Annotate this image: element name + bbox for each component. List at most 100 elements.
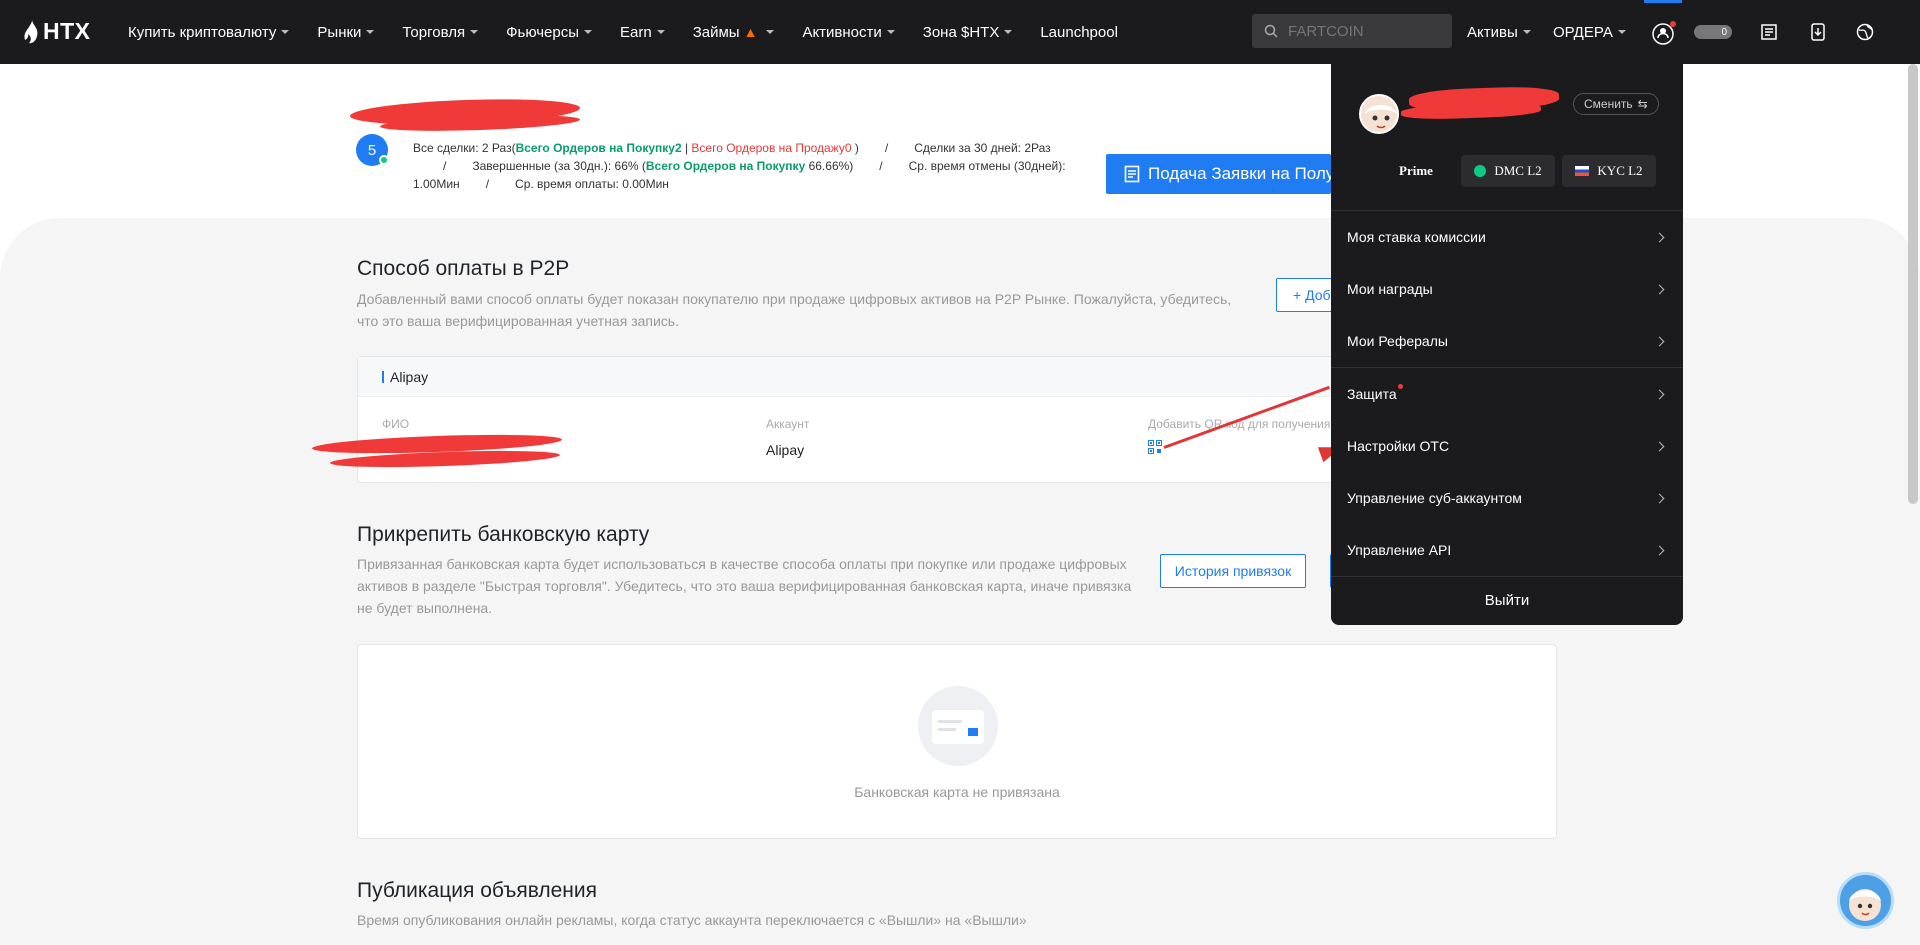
chip-toggle-icon: 0 <box>1694 25 1732 39</box>
document-icon <box>1761 24 1777 40</box>
chip-text: 0 <box>1721 26 1727 38</box>
nav-item-trade[interactable]: Торговля <box>402 23 479 41</box>
nav-item-label: Зона $HTX <box>922 23 1000 41</box>
nav-item-label: Торговля <box>402 23 466 41</box>
prime-label[interactable]: Prime <box>1399 163 1433 179</box>
htx-logo[interactable]: HTX <box>24 18 91 45</box>
nav-item-markets[interactable]: Рынки <box>317 23 375 41</box>
nav-orders[interactable]: ОРДЕРА <box>1553 0 1626 64</box>
bank-card-icon <box>932 710 984 744</box>
nav-item-label: Рынки <box>317 23 362 41</box>
support-chat-button[interactable] <box>1837 872 1894 929</box>
toggle-chip[interactable]: 0 <box>1694 20 1732 44</box>
buy-orders-label-2: Всего Ордеров на Покупку <box>645 159 806 173</box>
dmc-icon <box>1474 165 1487 177</box>
menu-item-referrals[interactable]: Мои Рефералы <box>1331 315 1683 367</box>
alipay-payment-card: Alipay ФИО Аккаунт Alipay Добавить QR ко… <box>357 356 1357 483</box>
publish-ad-title: Публикация объявления <box>357 879 598 902</box>
nav-item-loans[interactable]: Займы ▲ <box>693 24 775 41</box>
menu-item-commission-rate[interactable]: Моя ставка комиссии <box>1331 211 1683 263</box>
divider: | <box>681 141 692 155</box>
chevron-down-icon <box>1522 30 1531 34</box>
search-box[interactable] <box>1252 14 1452 48</box>
avatar-character-icon <box>1361 96 1397 132</box>
page-scrollbar[interactable] <box>1908 64 1918 504</box>
nav-item-earn[interactable]: Earn <box>620 24 665 41</box>
card-header: Alipay <box>358 357 1356 397</box>
binding-history-button[interactable]: История привязок <box>1160 554 1306 588</box>
submit-application-button[interactable]: Подача Заявки на Получение <box>1106 154 1331 194</box>
menu-item-label: Управление API <box>1347 542 1452 558</box>
chevron-right-icon <box>1654 336 1665 346</box>
language-button[interactable] <box>1853 20 1877 44</box>
menu-item-label: Управление суб-аккаунтом <box>1347 490 1522 506</box>
chevron-right-icon <box>1654 284 1665 294</box>
switch-label: Сменить <box>1584 97 1633 111</box>
chevron-down-icon <box>886 30 895 34</box>
p2p-payment-title: Способ оплаты в P2P <box>357 257 570 280</box>
menu-item-sub-account[interactable]: Управление суб-аккаунтом <box>1331 472 1683 524</box>
menu-divider <box>1331 576 1683 577</box>
top-nav: HTX Купить криптовалюту Рынки Торговля Ф… <box>0 0 1920 64</box>
fire-icon: ▲ <box>743 24 758 40</box>
support-mascot-icon <box>1849 889 1881 921</box>
all-deals-text: Все сделки: 2 Раз( <box>413 141 516 155</box>
menu-item-label: Моя ставка комиссии <box>1347 229 1486 245</box>
p2p-payment-description: Добавленный вами способ оплаты будет пок… <box>357 291 1232 329</box>
publish-ad-description: Время опубликования онлайн рекламы, когд… <box>357 912 1027 928</box>
chevron-right-icon <box>1654 232 1665 242</box>
chevron-right-icon <box>1654 441 1665 451</box>
globe-icon <box>1856 23 1874 41</box>
nav-item-launchpool[interactable]: Launchpool <box>1040 24 1118 41</box>
download-button[interactable] <box>1806 20 1830 44</box>
name-label: ФИО <box>382 417 410 431</box>
russia-flag-icon <box>1575 166 1590 176</box>
chevron-down-icon <box>470 30 479 34</box>
nav-assets-label: Активы <box>1467 23 1518 41</box>
nav-item-htx-zone[interactable]: Зона $HTX <box>923 24 1013 41</box>
nav-item-futures[interactable]: Фьючерсы <box>506 24 593 41</box>
nav-item-buy-crypto[interactable]: Купить криптовалюту <box>128 24 290 41</box>
menu-item-otc-settings[interactable]: Настройки OTC <box>1331 420 1683 472</box>
menu-item-label: Настройки OTC <box>1347 438 1450 454</box>
search-input[interactable] <box>1288 22 1428 40</box>
switch-account-button[interactable]: Сменить ⇆ <box>1573 93 1659 115</box>
avg-pay-time: Ср. время оплаты: 0.00Мин <box>515 177 669 191</box>
user-avatar <box>1359 94 1399 134</box>
kyc-badge[interactable]: KYC L2 <box>1562 155 1656 187</box>
slash: / <box>884 141 889 155</box>
chevron-down-icon <box>766 30 775 34</box>
chevron-down-icon <box>1004 30 1013 34</box>
nav-item-activities[interactable]: Активности <box>802 23 895 41</box>
nav-assets[interactable]: Активы <box>1467 0 1531 64</box>
online-status-dot <box>379 155 389 165</box>
nav-item-label: Активности <box>802 23 882 41</box>
orders-doc-button[interactable] <box>1757 20 1781 44</box>
slash: / <box>879 159 883 173</box>
chevron-down-icon <box>1617 30 1626 34</box>
buy-orders-pct: 66.66%) <box>805 159 854 173</box>
level-number: 5 <box>367 141 377 159</box>
menu-item-api[interactable]: Управление API <box>1331 524 1683 576</box>
accent-bar <box>382 370 384 383</box>
slash: / <box>443 159 447 173</box>
sell-orders-label: Всего Ордеров на Продажу <box>691 141 845 155</box>
kyc-label: KYC L2 <box>1597 163 1643 178</box>
qr-code-icon[interactable] <box>1148 440 1162 454</box>
payment-method-name: Alipay <box>390 368 429 385</box>
buy-orders-value: 2 <box>674 141 682 155</box>
bank-card-description: Привязанная банковская карта будет испол… <box>357 556 1132 616</box>
chevron-down-icon <box>281 30 290 34</box>
user-dropdown-menu: Сменить ⇆ Prime DMC L2 KYC L2 Моя ставка … <box>1331 64 1683 625</box>
menu-item-rewards[interactable]: Мои награды <box>1331 263 1683 315</box>
dmc-badge[interactable]: DMC L2 <box>1461 155 1555 187</box>
empty-bank-card-text: Банковская карта не привязана <box>854 784 1060 800</box>
menu-item-security[interactable]: Защита <box>1331 368 1683 420</box>
user-avatar-button[interactable] <box>1644 0 1682 64</box>
chevron-down-icon <box>366 30 375 34</box>
logout-button[interactable]: Выйти <box>1331 582 1683 618</box>
deals-30d-text: Сделки за 30 дней: 2Раз <box>914 141 1051 155</box>
swap-arrows-icon: ⇆ <box>1637 97 1648 111</box>
slash: / <box>485 177 490 191</box>
menu-item-label: Мои Рефералы <box>1347 333 1448 349</box>
